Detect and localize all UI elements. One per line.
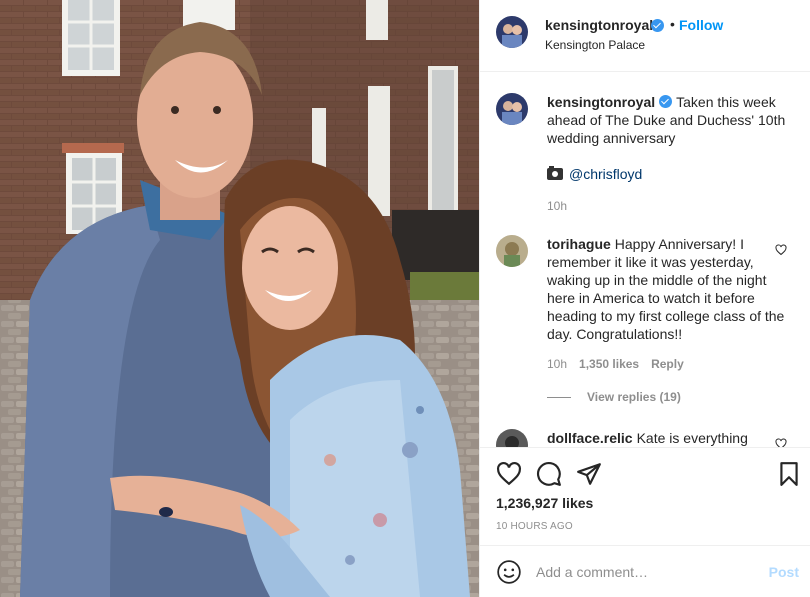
comment-username[interactable]: torihague: [547, 236, 611, 252]
comment-text: Kate is everything: [636, 430, 748, 446]
caption-username[interactable]: kensingtonroyal: [547, 94, 655, 110]
mention-link[interactable]: @chrisfloyd: [569, 166, 642, 182]
likes-count[interactable]: 1,236,927 likes: [496, 495, 593, 511]
post-timestamp[interactable]: 10 HOURS AGO: [496, 521, 573, 532]
post-actions: 1,236,927 likes 10 HOURS AGO: [480, 447, 810, 545]
header-username[interactable]: kensingtonroyal: [545, 17, 653, 33]
comment-likes[interactable]: 1,350 likes: [579, 357, 639, 371]
divider: [547, 397, 571, 399]
heart-icon[interactable]: [496, 461, 522, 487]
comment-time[interactable]: 10h: [547, 357, 567, 371]
post-location[interactable]: Kensington Palace: [545, 38, 645, 52]
avatar[interactable]: [496, 16, 528, 48]
reply-button[interactable]: Reply: [651, 357, 684, 371]
avatar[interactable]: [496, 429, 528, 447]
comment: torihague Happy Anniversary! I remember i…: [547, 235, 787, 343]
avatar[interactable]: [496, 93, 528, 125]
heart-icon[interactable]: [775, 244, 787, 256]
camera-icon: [547, 166, 563, 180]
comment-meta: 10h 1,350 likes Reply: [547, 357, 696, 371]
emoji-icon[interactable]: [496, 559, 522, 585]
verified-icon: [659, 95, 673, 108]
avatar[interactable]: [496, 235, 528, 267]
verified-icon: [651, 19, 664, 32]
bookmark-icon[interactable]: [776, 461, 802, 487]
post-panel: kensingtonroyal • Follow Kensington Pala…: [479, 0, 810, 597]
heart-icon[interactable]: [775, 438, 787, 447]
post-button[interactable]: Post: [769, 564, 799, 580]
comment: dollface.relic Kate is everything: [547, 429, 787, 447]
caption-meta: 10h: [547, 199, 579, 213]
follow-button[interactable]: Follow: [679, 17, 723, 33]
post-image: [0, 0, 479, 597]
post-photo[interactable]: [0, 0, 479, 597]
photo-credit: @chrisfloyd: [547, 166, 642, 182]
caption-time[interactable]: 10h: [547, 199, 567, 213]
comment-icon[interactable]: [536, 461, 562, 487]
comments-list[interactable]: kensingtonroyal Taken this week ahead of …: [480, 73, 810, 447]
separator-dot: •: [670, 16, 675, 32]
post-header: kensingtonroyal • Follow Kensington Pala…: [480, 0, 810, 72]
share-icon[interactable]: [576, 461, 602, 487]
view-replies-label: View replies (19): [587, 390, 681, 404]
view-replies-button[interactable]: View replies (19): [547, 390, 681, 404]
comment-input[interactable]: [536, 562, 756, 582]
add-comment-bar: Post: [480, 545, 810, 597]
post-caption: kensingtonroyal Taken this week ahead of …: [547, 93, 787, 147]
comment-username[interactable]: dollface.relic: [547, 430, 633, 446]
